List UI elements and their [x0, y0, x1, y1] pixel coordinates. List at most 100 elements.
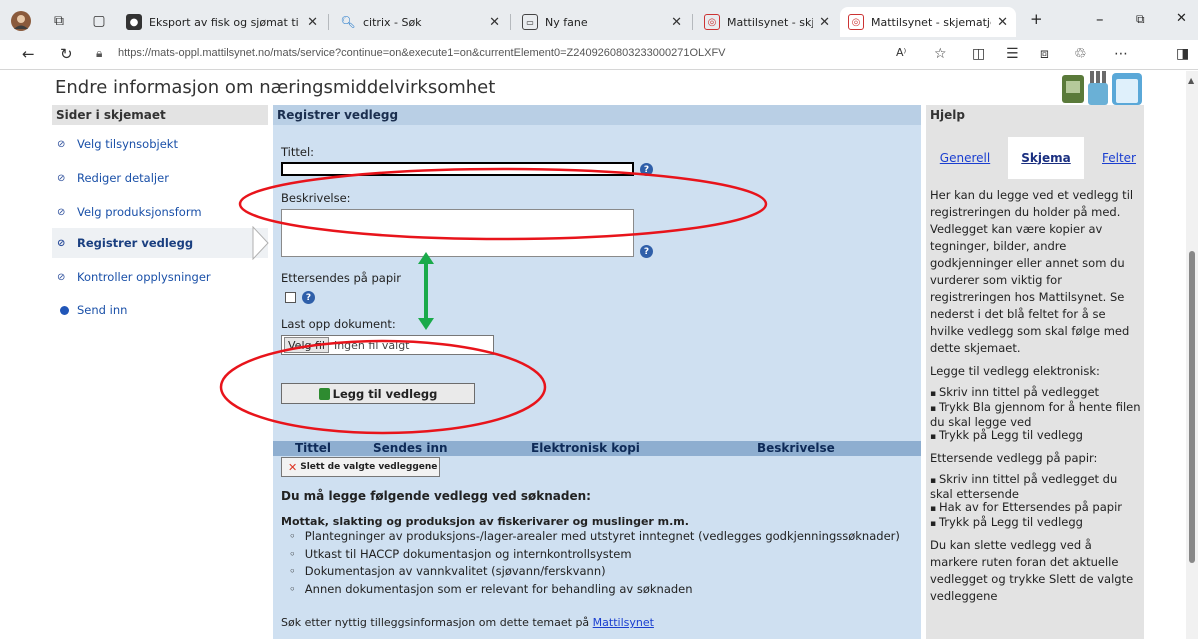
close-tab-icon[interactable]: ✕	[307, 15, 318, 30]
attachment-icon	[318, 387, 330, 400]
search-icon: 🔍︎	[340, 15, 356, 29]
list-item: Trykk på Legg til vedlegg	[930, 429, 1142, 444]
help-paper-steps: Skriv inn tittel på vedlegget du skal et…	[930, 473, 1142, 531]
check-icon: ⊘	[57, 237, 66, 249]
tab-skjema[interactable]: Skjema	[1008, 137, 1084, 179]
url-field[interactable]: https://mats-oppl.mattilsynet.no/mats/se…	[118, 47, 726, 59]
title-label: Tittel:	[281, 145, 315, 159]
close-tab-icon[interactable]: ✕	[997, 15, 1008, 30]
sidebar-item-send-inn[interactable]: Send inn	[52, 295, 268, 325]
tab-actions-icon[interactable]: ▢	[88, 10, 110, 32]
paper-label: Ettersendes på papir	[281, 271, 402, 285]
upload-label: Last opp dokument:	[281, 317, 396, 331]
paper-checkbox[interactable]	[285, 292, 296, 303]
scroll-up-icon[interactable]: ▲	[1188, 76, 1194, 85]
address-bar: ← ↻ 🔒︎ https://mats-oppl.mattilsynet.no/…	[0, 40, 1198, 70]
newtab-icon: ▭	[522, 14, 538, 30]
close-tab-icon[interactable]: ✕	[489, 15, 500, 30]
sidebar-item-velg-produksjonsform[interactable]: ⊘ Velg produksjonsform	[52, 197, 268, 227]
refresh-icon[interactable]: ↻	[60, 45, 73, 63]
required-attachments-subtitle: Mottak, slakting og produksjon av fisker…	[281, 515, 689, 528]
tab-citrix[interactable]: 🔍︎ citrix - Søk ✕	[332, 7, 508, 37]
close-tab-icon[interactable]: ✕	[671, 15, 682, 30]
list-item: Annen dokumentasjon som er relevant for …	[289, 582, 900, 600]
leaf-icon: ●	[126, 14, 142, 30]
mattilsynet-link[interactable]: Mattilsynet	[593, 616, 654, 629]
favorites-list-icon[interactable]: ☰	[1006, 46, 1019, 62]
list-item: Utkast til HACCP dokumentasjon og intern…	[289, 547, 900, 565]
close-tab-icon[interactable]: ✕	[819, 15, 830, 30]
list-item: Skriv inn tittel på vedlegget du skal et…	[930, 473, 1142, 501]
list-item: Trykk på Legg til vedlegg	[930, 516, 1142, 531]
page-scrollbar[interactable]: ▲	[1186, 71, 1198, 639]
tab-felter[interactable]: Felter	[1094, 137, 1144, 179]
sidebar-item-rediger-detaljer[interactable]: ⊘ Rediger detaljer	[52, 163, 268, 193]
add-attachment-button[interactable]: Legg til vedlegg	[281, 383, 475, 404]
list-item: Hak av for Ettersendes på papir	[930, 501, 1142, 516]
sidebar-item-registrer-vedlegg[interactable]: ⊘ Registrer vedlegg	[52, 226, 269, 260]
help-panel: Generell Skjema Felter Her kan du legge …	[926, 125, 1144, 639]
extensions-icon[interactable]: ♲	[1074, 46, 1087, 62]
tab-eksport[interactable]: ● Eksport av fisk og sjømat ti ✕	[118, 7, 326, 37]
split-screen-icon[interactable]: ◫	[972, 46, 985, 62]
title-help-icon[interactable]: ?	[640, 163, 653, 176]
scrollbar-thumb[interactable]	[1189, 251, 1195, 563]
help-intro: Her kan du legge ved et vedlegg til regi…	[930, 188, 1134, 355]
help-delete-text: Du kan slette vedlegg ved å markere rute…	[930, 538, 1134, 603]
list-item: Skriv inn tittel på vedlegget	[930, 386, 1142, 401]
lock-icon[interactable]: 🔒︎	[96, 46, 102, 61]
description-textarea[interactable]	[281, 209, 634, 257]
delete-selected-button[interactable]: ✕ Slett de valgte vedleggene	[281, 457, 440, 477]
tab-ny-fane[interactable]: ▭ Ny fane ✕	[514, 7, 690, 37]
delete-icon: ✕	[288, 460, 298, 474]
mattilsynet-icon: ◎	[704, 14, 720, 30]
sidebar-toggle-icon[interactable]: ◨	[1176, 46, 1189, 62]
tab-mattilsynet-active[interactable]: ◎ Mattilsynet - skjematjenest ✕	[840, 7, 1016, 37]
current-page-arrow-icon	[252, 226, 269, 260]
title-input[interactable]	[281, 162, 634, 176]
back-icon[interactable]: ←	[22, 45, 35, 63]
close-window-icon[interactable]: ✕	[1176, 11, 1187, 26]
restore-icon[interactable]: ⧉	[1136, 12, 1145, 27]
browser-tab-bar: ⧉ ▢ ● Eksport av fisk og sjømat ti ✕ 🔍︎ …	[0, 0, 1198, 40]
more-options-icon[interactable]: ⋯	[1114, 46, 1128, 62]
main-heading: Registrer vedlegg	[273, 105, 921, 125]
check-icon: ⊘	[57, 138, 66, 150]
sidebar-heading: Sider i skjemaet	[52, 105, 268, 125]
new-tab-icon[interactable]: +	[1030, 10, 1043, 28]
workspaces-icon[interactable]: ⧉	[48, 10, 70, 32]
required-attachments-title: Du må legge følgende vedlegg ved søknade…	[281, 489, 591, 503]
help-electronic-steps: Skriv inn tittel på vedlegget Trykk Bla …	[930, 386, 1142, 444]
list-item: Plantegninger av produksjons-/lager-area…	[289, 529, 900, 547]
read-aloud-icon[interactable]: A⁾	[896, 46, 906, 59]
favorite-icon[interactable]: ☆	[934, 46, 947, 62]
column-header-beskrivelse: Beskrivelse	[757, 441, 835, 455]
page-title: Endre informasjon om næringsmiddelvirkso…	[55, 77, 496, 98]
tab-generell[interactable]: Generell	[932, 137, 998, 179]
help-tabs: Generell Skjema Felter	[926, 137, 1144, 179]
description-label: Beskrivelse:	[281, 191, 351, 205]
required-attachments-list: Plantegninger av produksjons-/lager-area…	[289, 529, 900, 599]
tab-mattilsynet-1[interactable]: ◎ Mattilsynet - skjematjenest ✕	[696, 7, 838, 37]
column-header-sendes-inn: Sendes inn	[373, 441, 448, 455]
choose-file-button[interactable]: Velg fil	[284, 337, 329, 353]
help-body: Her kan du legge ved et vedlegg til regi…	[930, 187, 1142, 611]
help-electronic-heading: Legge til vedlegg elektronisk:	[930, 364, 1100, 378]
help-paper-heading: Ettersende vedlegg på papir:	[930, 451, 1098, 465]
check-icon: ⊘	[57, 271, 66, 283]
sidebar-item-velg-tilsynsobjekt[interactable]: ⊘ Velg tilsynsobjekt	[52, 129, 268, 159]
sidebar-item-kontroller-opplysninger[interactable]: ⊘ Kontroller opplysninger	[52, 262, 268, 292]
minimize-icon[interactable]: –	[1096, 10, 1104, 28]
list-item: Trykk Bla gjennom for å hente filen du s…	[930, 401, 1142, 429]
file-status: Ingen fil valgt	[333, 338, 410, 352]
file-upload-field[interactable]: Velg fil Ingen fil valgt	[281, 335, 494, 355]
check-icon: ⊘	[57, 206, 66, 218]
paper-help-icon[interactable]: ?	[302, 291, 315, 304]
more-info-text: Søk etter nyttig tilleggsinformasjon om …	[281, 616, 654, 629]
current-step-dot-icon	[60, 305, 69, 315]
mattilsynet-icon: ◎	[848, 14, 864, 30]
column-header-tittel: Tittel	[295, 441, 332, 455]
description-help-icon[interactable]: ?	[640, 245, 653, 258]
profile-avatar[interactable]	[10, 10, 32, 32]
collections-icon[interactable]: ⧈	[1040, 46, 1049, 62]
